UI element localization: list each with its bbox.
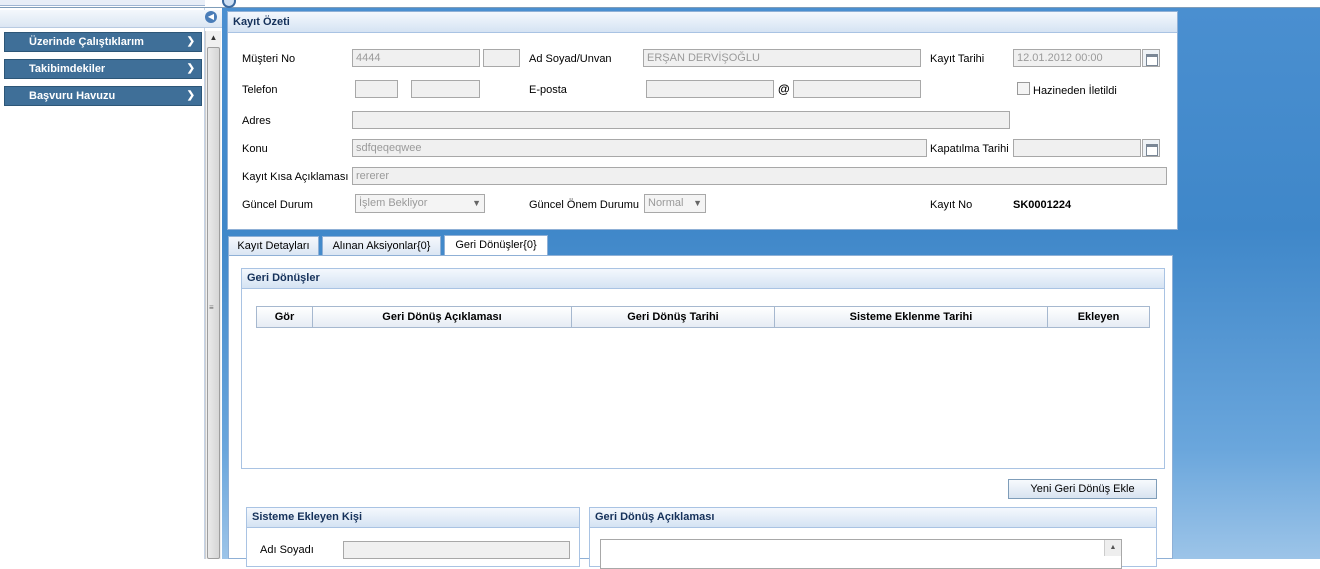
sisteme-ekleyen-panel: Sisteme Ekleyen Kişi Adı Soyadı [246, 507, 580, 567]
ad-soyad-label: Ad Soyad/Unvan [529, 53, 612, 65]
guncel-durum-value: İşlem Bekliyor [359, 197, 428, 209]
sidebar-item-label: Üzerinde Çalıştıklarım [29, 36, 144, 48]
yeni-geri-donus-ekle-button[interactable]: Yeni Geri Dönüş Ekle [1008, 479, 1157, 499]
telefon-number-field[interactable] [411, 80, 480, 98]
left-scrollbar[interactable]: ▲ ≡ [205, 31, 221, 559]
musteri-no-field[interactable]: 4444 [352, 49, 480, 67]
adi-soyadi-label: Adı Soyadı [260, 544, 314, 556]
eposta-domain-field[interactable] [793, 80, 921, 98]
dropdown-arrow-icon[interactable]: ▼ [472, 195, 481, 212]
onem-durumu-label: Güncel Önem Durumu [529, 199, 640, 211]
aciklama-title: Geri Dönüş Açıklaması [590, 508, 1156, 528]
kapatilma-tarihi-label: Kapatılma Tarihi [930, 143, 1009, 155]
column-header-tarih[interactable]: Geri Dönüş Tarihi [571, 306, 775, 328]
scroll-up-icon[interactable]: ▲ [206, 31, 221, 45]
scroll-up-icon[interactable]: ▲ [1104, 540, 1121, 556]
adres-field[interactable] [352, 111, 1010, 129]
sidebar-item-label: Başvuru Havuzu [29, 90, 116, 102]
tab-label: Alınan Aksiyonlar{0} [332, 240, 431, 252]
nav-header [0, 10, 222, 28]
telefon-code-field[interactable] [355, 80, 398, 98]
column-header-eklenme-tarihi[interactable]: Sisteme Eklenme Tarihi [774, 306, 1048, 328]
sidebar-item-label: Takibimdekiler [29, 63, 106, 75]
column-header-aciklama[interactable]: Geri Dönüş Açıklaması [312, 306, 572, 328]
kayit-ozeti-panel: Kayıt Özeti Müşteri No 4444 Ad Soyad/Unv… [227, 11, 1178, 230]
tab-kayit-detaylari[interactable]: Kayıt Detayları [228, 236, 319, 256]
sidebar-item-basvuru-havuzu[interactable]: Başvuru Havuzu ❯ [4, 86, 202, 106]
kisa-aciklama-field[interactable]: rererer [352, 167, 1167, 185]
top-toolbar [0, 0, 1320, 8]
column-header-ekleyen[interactable]: Ekleyen [1047, 306, 1150, 328]
tab-label: Geri Dönüşler{0} [455, 239, 537, 251]
aciklama-textarea[interactable] [600, 539, 1122, 569]
tab-label: Kayıt Detayları [237, 240, 310, 252]
aciklama-panel: Geri Dönüş Açıklaması ▲ [589, 507, 1157, 569]
konu-label: Konu [242, 143, 268, 155]
toolbar-left-strip [0, 0, 205, 6]
onem-durumu-select[interactable]: Normal ▼ [644, 194, 706, 213]
collapse-left-icon[interactable]: ◀ [205, 11, 217, 23]
hazine-label: Hazineden İletildi [1033, 85, 1117, 97]
geri-donusler-title: Geri Dönüşler [242, 269, 1164, 289]
sidebar-item-takibimdekiler[interactable]: Takibimdekiler ❯ [4, 59, 202, 79]
sidebar-item-uzerinde-calistiklarim[interactable]: Üzerinde Çalıştıklarım ❯ [4, 32, 202, 52]
guncel-durum-label: Güncel Durum [242, 199, 313, 211]
geri-donusler-panel: Geri Dönüşler Gör Geri Dönüş Açıklaması … [241, 268, 1165, 469]
telefon-label: Telefon [242, 84, 278, 96]
chevron-down-icon[interactable]: ❯ [187, 60, 195, 78]
grip-icon: ≡ [209, 303, 214, 312]
chevron-down-icon[interactable]: ❯ [187, 87, 195, 105]
kayit-no-label: Kayıt No [930, 199, 973, 211]
musteri-no-label: Müşteri No [242, 53, 296, 65]
sisteme-ekleyen-title: Sisteme Ekleyen Kişi [247, 508, 579, 528]
kayit-no-value: SK0001224 [1013, 199, 1072, 211]
guncel-durum-select[interactable]: İşlem Bekliyor ▼ [355, 194, 485, 213]
calendar-icon[interactable] [1142, 139, 1160, 157]
kayit-tarihi-field[interactable]: 12.01.2012 00:00 [1013, 49, 1141, 67]
kayit-tarihi-label: Kayıt Tarihi [930, 53, 985, 65]
chevron-down-icon[interactable]: ❯ [187, 33, 195, 51]
kapatilma-tarihi-field[interactable] [1013, 139, 1141, 157]
panel-title: Kayıt Özeti [228, 12, 1177, 33]
konu-field[interactable]: sdfqeqeqwee [352, 139, 927, 157]
calendar-icon[interactable] [1142, 49, 1160, 67]
eposta-label: E-posta [529, 84, 567, 96]
onem-durumu-value: Normal [648, 197, 684, 209]
kisa-aciklama-label: Kayıt Kısa Açıklaması [242, 171, 349, 183]
dropdown-arrow-icon[interactable]: ▼ [693, 195, 702, 212]
column-header-gor[interactable]: Gör [256, 306, 313, 328]
adres-label: Adres [242, 115, 271, 127]
musteri-no-extra-field[interactable] [483, 49, 520, 67]
adi-soyadi-field[interactable] [343, 541, 570, 559]
tab-geri-donusler[interactable]: Geri Dönüşler{0} [444, 235, 548, 256]
hazine-checkbox[interactable] [1017, 82, 1030, 95]
eposta-user-field[interactable] [646, 80, 774, 98]
left-navigation: ◀ Üzerinde Çalıştıklarım ❯ Takibimdekile… [0, 8, 222, 559]
at-sign: @ [778, 82, 790, 96]
tab-content-panel: Geri Dönüşler Gör Geri Dönüş Açıklaması … [228, 255, 1173, 569]
ad-soyad-field[interactable]: ERŞAN DERVİŞOĞLU [643, 49, 921, 67]
tab-alinan-aksiyonlar[interactable]: Alınan Aksiyonlar{0} [322, 236, 441, 256]
app-icon[interactable] [222, 0, 236, 8]
